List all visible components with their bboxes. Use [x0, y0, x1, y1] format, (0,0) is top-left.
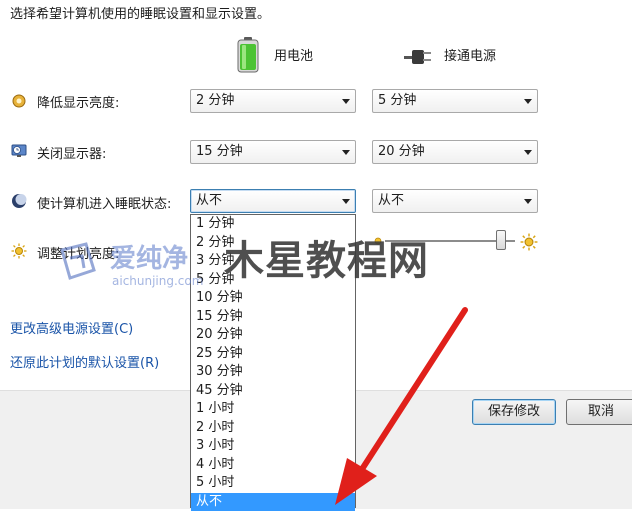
watermark-logo-icon — [56, 240, 100, 284]
dim-display-plugged-select[interactable]: 5 分钟 — [372, 89, 538, 113]
watermark-overlay: 木星教程网 — [224, 228, 429, 286]
chevron-down-icon — [524, 150, 532, 155]
plugged-column-label: 接通电源 — [444, 45, 496, 64]
watermark-site-cn: 爱纯净 — [110, 238, 188, 275]
watermark-site-url: aichunjing.com — [112, 274, 203, 288]
brightness-high-icon — [520, 233, 538, 251]
battery-column-label: 用电池 — [274, 45, 313, 64]
chevron-down-icon — [342, 99, 350, 104]
annotation-arrow-icon — [325, 290, 475, 510]
dim-display-battery-value: 2 分钟 — [196, 93, 234, 108]
watermark-logo: 爱纯净 aichunjing.com — [56, 236, 206, 292]
restore-defaults-link[interactable]: 还原此计划的默认设置(R) — [10, 352, 159, 371]
battery-icon — [236, 36, 260, 74]
save-button[interactable]: 保存修改 — [472, 399, 556, 425]
chevron-down-icon — [524, 99, 532, 104]
brightness-slider-thumb[interactable] — [496, 230, 506, 250]
chevron-down-icon — [342, 199, 350, 204]
sleep-plugged-select[interactable]: 从不 — [372, 189, 538, 213]
turn-off-display-label: 关闭显示器: — [37, 143, 106, 162]
cancel-button[interactable]: 取消 — [566, 399, 632, 425]
turn-off-display-battery-value: 15 分钟 — [196, 144, 243, 159]
sleep-label: 使计算机进入睡眠状态: — [37, 193, 171, 212]
dim-display-plugged-value: 5 分钟 — [378, 93, 416, 108]
dim-display-icon — [11, 93, 27, 109]
dim-display-label: 降低显示亮度: — [37, 92, 119, 111]
sleep-battery-value: 从不 — [196, 193, 222, 208]
page-heading: 选择希望计算机使用的睡眠设置和显示设置。 — [10, 3, 270, 22]
chevron-down-icon — [524, 199, 532, 204]
dim-display-battery-select[interactable]: 2 分钟 — [190, 89, 356, 113]
turn-off-display-battery-select[interactable]: 15 分钟 — [190, 140, 356, 164]
battery-column-header: 用电池 — [236, 36, 326, 76]
advanced-power-settings-link[interactable]: 更改高级电源设置(C) — [10, 318, 133, 337]
sun-icon — [11, 243, 27, 259]
turn-off-display-plugged-select[interactable]: 20 分钟 — [372, 140, 538, 164]
power-plug-icon — [402, 42, 434, 66]
chevron-down-icon — [342, 150, 350, 155]
sleep-battery-select[interactable]: 从不 — [190, 189, 356, 213]
moon-icon — [11, 193, 27, 209]
plugged-column-header: 接通电源 — [402, 42, 522, 72]
turn-off-display-plugged-value: 20 分钟 — [378, 144, 425, 159]
monitor-clock-icon — [11, 143, 27, 159]
sleep-plugged-value: 从不 — [378, 193, 404, 208]
